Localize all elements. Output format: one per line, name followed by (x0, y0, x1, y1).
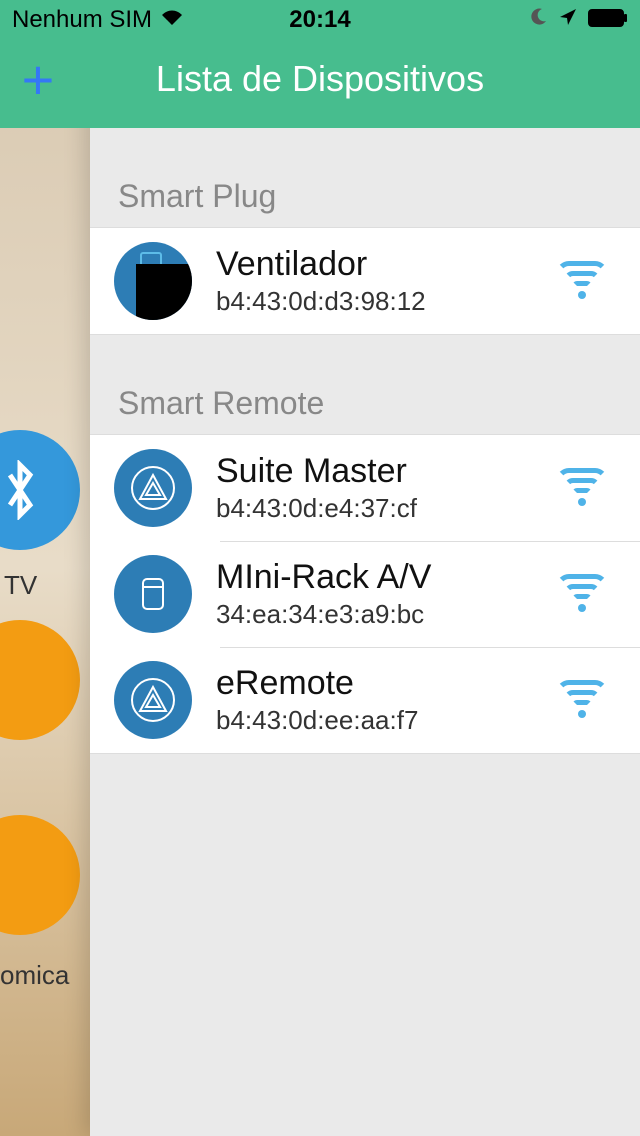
plug-icon (114, 242, 192, 320)
bg-bluetooth-icon (0, 430, 80, 550)
wifi-status-icon (160, 6, 184, 34)
page-title: Lista de Dispositivos (0, 58, 640, 100)
device-row[interactable]: eRemote b4:43:0d:ee:aa:f7 (90, 647, 640, 754)
bg-omica-label: omica (0, 960, 69, 991)
device-name: Ventilador (216, 245, 532, 284)
device-name: MIni-Rack A/V (216, 558, 532, 597)
bg-orange-icon-2 (0, 815, 80, 935)
device-row[interactable]: MIni-Rack A/V 34:ea:34:e3:a9:bc (90, 541, 640, 647)
device-mac: 34:ea:34:e3:a9:bc (216, 599, 532, 630)
moon-icon (528, 6, 548, 34)
bg-tv-label: TV (4, 570, 37, 601)
device-name: Suite Master (216, 452, 532, 491)
device-row[interactable]: Suite Master b4:43:0d:e4:37:cf (90, 434, 640, 541)
wifi-signal-icon (556, 680, 608, 720)
wifi-signal-icon (556, 468, 608, 508)
remote-triangle-icon (114, 661, 192, 739)
wifi-signal-icon (556, 574, 608, 614)
bg-orange-icon-1 (0, 620, 80, 740)
section-header-smart-remote: Smart Remote (90, 335, 640, 434)
battery-icon (588, 6, 628, 34)
device-mac: b4:43:0d:d3:98:12 (216, 286, 532, 317)
device-row[interactable]: Ventilador b4:43:0d:d3:98:12 (90, 227, 640, 335)
device-mac: b4:43:0d:e4:37:cf (216, 493, 532, 524)
wifi-signal-icon (556, 261, 608, 301)
device-mac: b4:43:0d:ee:aa:f7 (216, 705, 532, 736)
remote-triangle-icon (114, 449, 192, 527)
device-list-panel[interactable]: Smart Plug Ventilador b4:43:0d:d3:98:12 … (90, 0, 640, 1136)
section-header-smart-plug: Smart Plug (90, 128, 640, 227)
status-bar: Nenhum SIM 20:14 (0, 0, 640, 40)
clock: 20:14 (289, 6, 350, 34)
location-icon (558, 6, 578, 34)
carrier-label: Nenhum SIM (12, 6, 152, 34)
remote-rect-icon (114, 555, 192, 633)
device-name: eRemote (216, 664, 532, 703)
